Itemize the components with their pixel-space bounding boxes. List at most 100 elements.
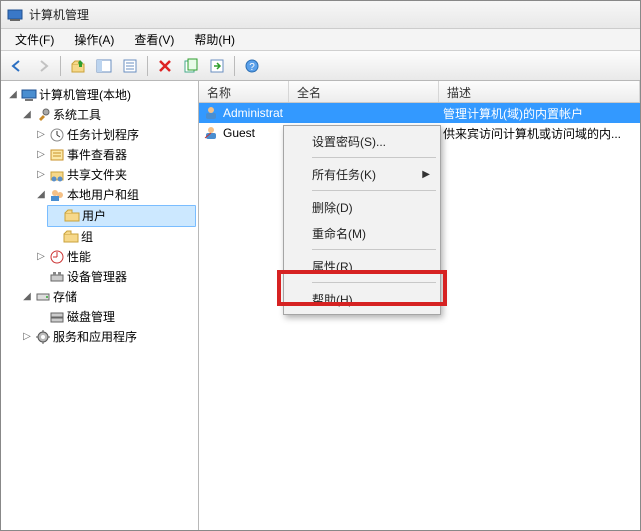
up-button[interactable] [66, 54, 90, 78]
no-expand [35, 311, 47, 323]
list-row[interactable]: Administrat 管理计算机(域)的内置帐户 [199, 103, 640, 123]
services-icon [35, 329, 51, 345]
list-cell-name: Administrat [223, 106, 283, 120]
column-fullname[interactable]: 全名 [289, 81, 439, 102]
tree-label: 系统工具 [53, 105, 101, 125]
tree-device-manager[interactable]: 设备管理器 [33, 267, 196, 287]
cm-label: 重命名(M) [312, 225, 366, 242]
tree-local-users-groups[interactable]: ◢ 本地用户和组 [33, 185, 196, 205]
expand-icon[interactable]: ▷ [35, 129, 47, 141]
tree-event-viewer[interactable]: ▷ 事件查看器 [33, 145, 196, 165]
tree-label: 事件查看器 [67, 145, 127, 165]
tree-label: 存储 [53, 287, 77, 307]
list-cell-desc: 管理计算机(域)的内置帐户 [439, 105, 640, 122]
cm-separator [312, 190, 436, 191]
collapse-icon[interactable]: ◢ [35, 189, 47, 201]
cm-separator [312, 282, 436, 283]
clock-icon [49, 127, 65, 143]
tree-system-tools[interactable]: ◢ 系统工具 [19, 105, 196, 125]
toolbar-separator [60, 56, 61, 76]
cm-label: 帮助(H) [312, 291, 353, 308]
help-button[interactable]: ? [240, 54, 264, 78]
menu-view[interactable]: 查看(V) [124, 29, 184, 50]
folder-icon [64, 208, 80, 224]
list-pane: 名称 全名 描述 Administrat 管理计算机(域)的内置帐户 [199, 81, 640, 530]
tree-label: 性能 [67, 247, 91, 267]
cm-set-password[interactable]: 设置密码(S)... [286, 128, 438, 154]
export-button[interactable] [205, 54, 229, 78]
toolbar-separator [234, 56, 235, 76]
tree-label: 用户 [82, 206, 106, 226]
tree-label: 组 [81, 227, 93, 247]
cm-delete[interactable]: 删除(D) [286, 194, 438, 220]
tree-label: 磁盘管理 [67, 307, 115, 327]
list-body[interactable]: Administrat 管理计算机(域)的内置帐户 Guest 供来宾访问计算机… [199, 103, 640, 530]
list-header: 名称 全名 描述 [199, 81, 640, 103]
cm-label: 所有任务(K) [312, 166, 376, 183]
expand-icon[interactable]: ▷ [35, 251, 47, 263]
tree-task-scheduler[interactable]: ▷ 任务计划程序 [33, 125, 196, 145]
folder-icon [63, 229, 79, 245]
expand-icon[interactable]: ▷ [21, 331, 33, 343]
collapse-icon[interactable]: ◢ [21, 109, 33, 121]
disk-icon [49, 309, 65, 325]
list-cell-desc: 供来宾访问计算机或访问域的内... [439, 125, 640, 142]
app-icon [7, 7, 23, 23]
menu-help[interactable]: 帮助(H) [184, 29, 245, 50]
cm-label: 属性(R) [312, 258, 353, 275]
properties-button[interactable] [118, 54, 142, 78]
svg-text:?: ? [249, 62, 255, 73]
no-expand [50, 210, 62, 222]
cm-separator [312, 249, 436, 250]
tree-performance[interactable]: ▷ 性能 [33, 247, 196, 267]
submenu-arrow-icon: ▶ [422, 169, 430, 180]
no-expand [35, 271, 47, 283]
tree-groups[interactable]: 组 [47, 227, 196, 247]
window-title: 计算机管理 [29, 6, 89, 23]
tree-label: 任务计划程序 [67, 125, 139, 145]
collapse-icon[interactable]: ◢ [7, 89, 19, 101]
tree-users[interactable]: 用户 [47, 205, 196, 227]
column-name[interactable]: 名称 [199, 81, 289, 102]
expand-icon[interactable]: ▷ [35, 149, 47, 161]
cm-separator [312, 157, 436, 158]
forward-button[interactable] [31, 54, 55, 78]
cm-help[interactable]: 帮助(H) [286, 286, 438, 312]
delete-button[interactable] [153, 54, 177, 78]
tools-icon [35, 107, 51, 123]
back-button[interactable] [5, 54, 29, 78]
cm-all-tasks[interactable]: 所有任务(K) ▶ [286, 161, 438, 187]
tree-pane[interactable]: ◢ 计算机管理(本地) ◢ [1, 81, 199, 530]
tree-label: 计算机管理(本地) [39, 85, 131, 105]
shared-folder-icon [49, 167, 65, 183]
menu-action[interactable]: 操作(A) [64, 29, 124, 50]
expand-icon[interactable]: ▷ [35, 169, 47, 181]
users-groups-icon [49, 187, 65, 203]
menu-file[interactable]: 文件(F) [5, 29, 64, 50]
list-cell-name: Guest [223, 126, 255, 140]
computer-icon [21, 87, 37, 103]
tree-label: 设备管理器 [67, 267, 127, 287]
storage-icon [35, 289, 51, 305]
user-icon [203, 125, 219, 141]
show-hide-tree-button[interactable] [92, 54, 116, 78]
titlebar: 计算机管理 [1, 1, 640, 29]
no-expand [49, 231, 61, 243]
column-description[interactable]: 描述 [439, 81, 640, 102]
tree-disk-management[interactable]: 磁盘管理 [33, 307, 196, 327]
tree-label: 共享文件夹 [67, 165, 127, 185]
cm-rename[interactable]: 重命名(M) [286, 220, 438, 246]
main-area: ◢ 计算机管理(本地) ◢ [1, 81, 640, 530]
collapse-icon[interactable]: ◢ [21, 291, 33, 303]
user-icon [203, 105, 219, 121]
tree-label: 服务和应用程序 [53, 327, 137, 347]
tree-shared-folders[interactable]: ▷ 共享文件夹 [33, 165, 196, 185]
tree-label: 本地用户和组 [67, 185, 139, 205]
event-icon [49, 147, 65, 163]
refresh-button[interactable] [179, 54, 203, 78]
tree-services-apps[interactable]: ▷ 服务和应用程序 [19, 327, 196, 347]
tree-root[interactable]: ◢ 计算机管理(本地) [5, 85, 196, 105]
cm-label: 设置密码(S)... [312, 133, 386, 150]
cm-properties[interactable]: 属性(R) [286, 253, 438, 279]
tree-storage[interactable]: ◢ 存储 [19, 287, 196, 307]
